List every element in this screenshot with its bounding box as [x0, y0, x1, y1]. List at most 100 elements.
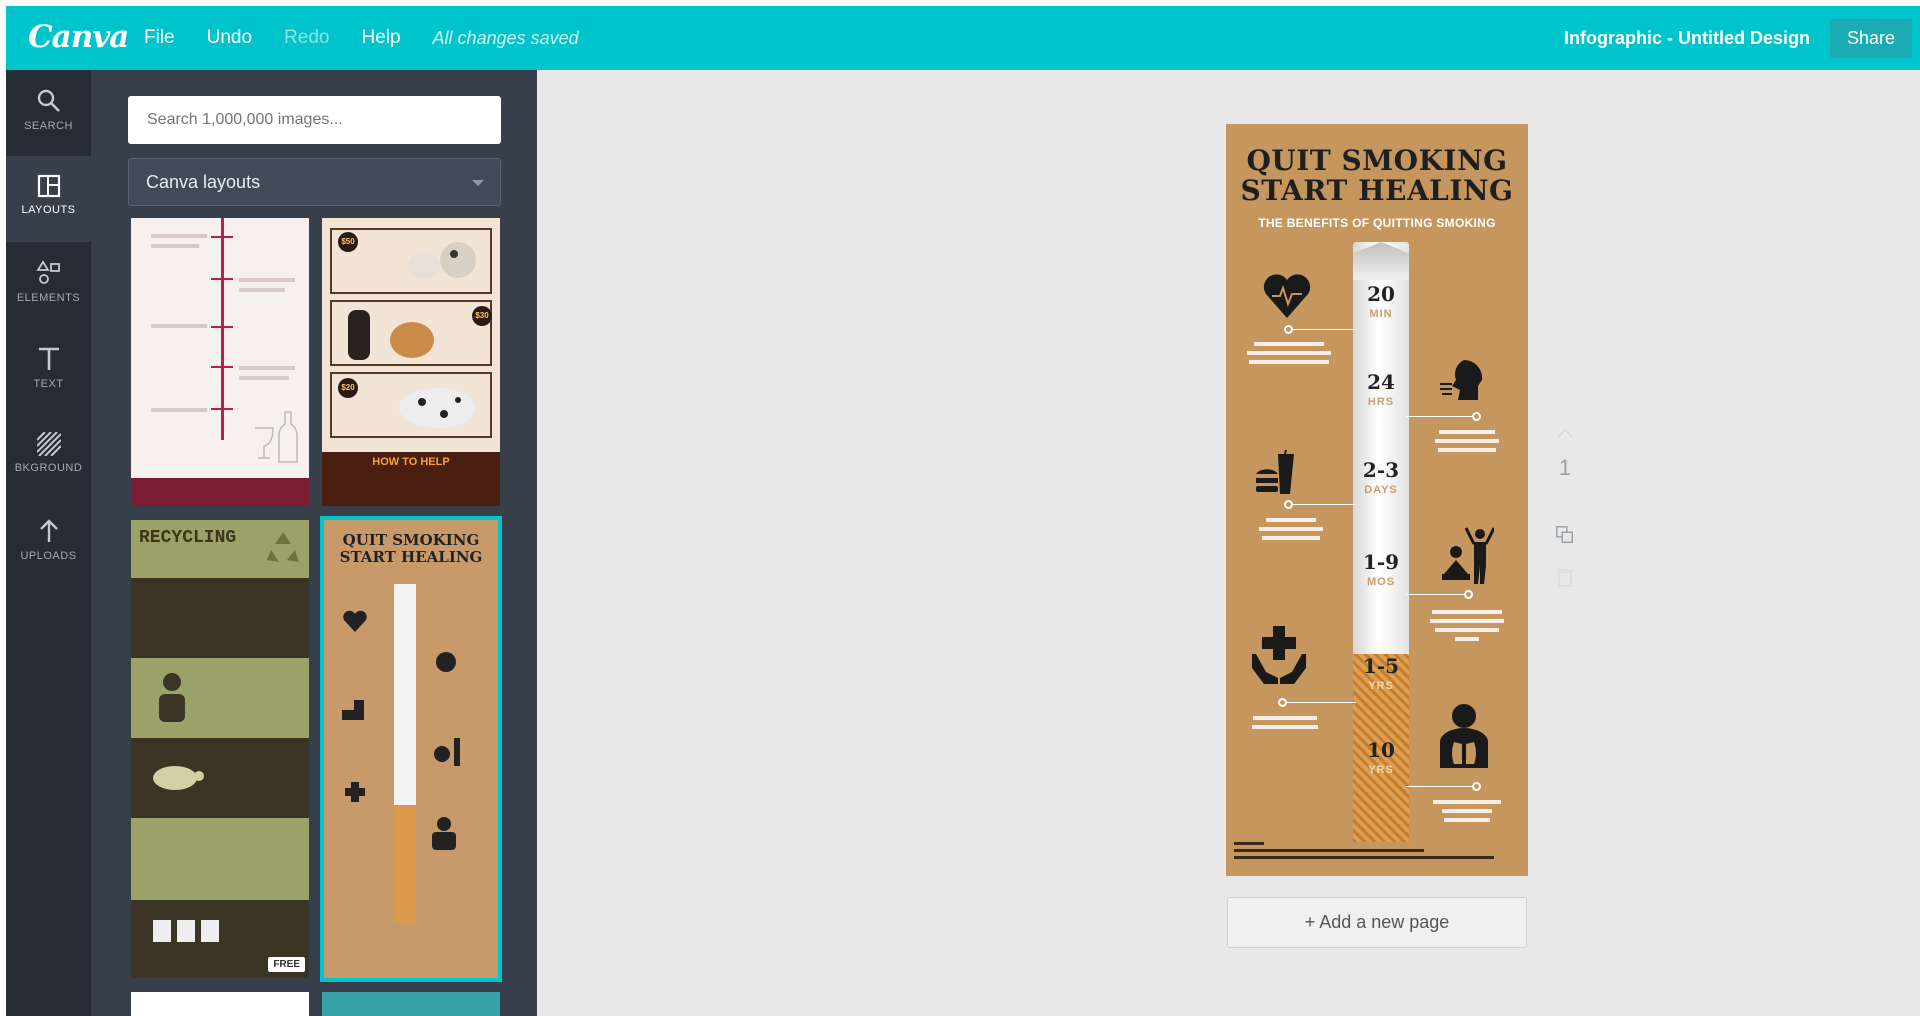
sources-footnote[interactable]	[1234, 842, 1514, 870]
layouts-panel: Canva layouts	[91, 70, 537, 1016]
infographic-title[interactable]: QUIT SMOKING START HEALING	[1226, 146, 1528, 206]
layout-thumbnail-partial[interactable]	[322, 992, 500, 1016]
layouts-icon	[37, 174, 60, 198]
background-pattern-icon	[36, 432, 61, 456]
layout-thumbnail-quit-smoking[interactable]: QUIT SMOKING START HEALING	[320, 516, 502, 982]
milestone-unit[interactable]: YRS	[1353, 680, 1409, 692]
rail-uploads-label: UPLOADS	[20, 550, 77, 562]
dog-cat-photo-icon	[348, 310, 434, 360]
rail-search[interactable]: SEARCH	[6, 70, 91, 156]
recycle-icon	[267, 532, 299, 562]
milestone-number[interactable]: 20	[1353, 282, 1409, 306]
connector-dot	[1472, 412, 1481, 421]
design-page[interactable]: QUIT SMOKING START HEALING THE BENEFITS …	[1226, 124, 1528, 876]
free-badge: FREE	[268, 957, 305, 972]
infographic-subtitle[interactable]: THE BENEFITS OF QUITTING SMOKING	[1226, 216, 1528, 230]
image-search-input[interactable]	[128, 96, 501, 144]
share-button[interactable]: Share	[1830, 19, 1912, 58]
help-menu[interactable]: Help	[361, 27, 400, 49]
upload-arrow-icon	[39, 519, 58, 542]
pets-photo-icon	[408, 242, 476, 280]
connector-line	[1288, 504, 1356, 505]
milestone-number[interactable]: 10	[1353, 738, 1409, 762]
connector-line	[1406, 416, 1476, 417]
layout-source-select[interactable]: Canva layouts	[128, 158, 501, 206]
rail-text[interactable]: TEXT	[6, 328, 91, 414]
connector-dot	[1278, 698, 1287, 707]
lungs-person-icon[interactable]	[1436, 702, 1492, 768]
canva-logo[interactable]: Canva	[28, 19, 129, 55]
duplicate-page-icon[interactable]	[1555, 525, 1575, 545]
chevron-down-icon	[472, 180, 484, 186]
burger-drink-icon[interactable]	[1254, 450, 1300, 496]
milestone-unit[interactable]: HRS	[1353, 396, 1409, 408]
add-page-button[interactable]: + Add a new page	[1227, 897, 1527, 948]
bottles-icon	[153, 920, 219, 942]
lungs-icon	[432, 817, 456, 850]
redo-button[interactable]: Redo	[284, 27, 329, 49]
text-icon	[38, 347, 59, 370]
connector-dot	[1472, 782, 1481, 791]
connector-line	[1406, 594, 1466, 595]
thumbnail-title: QUIT SMOKING START HEALING	[339, 531, 483, 566]
benefit-description[interactable]	[1422, 800, 1512, 834]
layout-thumbnail-partial[interactable]	[131, 992, 309, 1016]
rail-elements[interactable]: ELEMENTS	[6, 242, 91, 328]
milestone-number[interactable]: 1-5	[1353, 654, 1409, 678]
document-title[interactable]: Infographic - Untitled Design	[1564, 6, 1810, 70]
rail-layouts[interactable]: LAYOUTS	[6, 156, 91, 242]
benefit-description[interactable]	[1422, 430, 1512, 464]
heart-icon[interactable]	[1262, 272, 1312, 320]
connector-dot	[1284, 325, 1293, 334]
milestone-unit[interactable]: DAYS	[1353, 484, 1409, 496]
turtle-icon	[153, 766, 204, 790]
benefit-description[interactable]	[1244, 342, 1334, 376]
person-breathing-icon	[436, 652, 456, 672]
milestone-number[interactable]: 1-9	[1353, 550, 1409, 574]
benefit-description[interactable]	[1240, 716, 1330, 750]
milestone-unit[interactable]: MIN	[1353, 308, 1409, 320]
file-menu[interactable]: File	[144, 27, 175, 49]
move-up-icon[interactable]	[1555, 423, 1575, 443]
benefit-description[interactable]	[1246, 518, 1336, 552]
left-tool-rail: SEARCH LAYOUTS ELEMENTS TEXT BKGROUND UP…	[6, 70, 91, 1016]
heart-icon	[343, 610, 367, 632]
timeline-line	[221, 218, 224, 440]
milestone-number[interactable]: 2-3	[1353, 458, 1409, 482]
wine-glass-bottle-icon	[255, 411, 298, 463]
dalmatian-photo-icon	[399, 388, 475, 428]
benefit-description[interactable]	[1422, 610, 1512, 644]
connector-dot	[1464, 590, 1473, 599]
canva-editor: Canva File Undo Redo Help All changes sa…	[0, 0, 1920, 1016]
person-breathing-icon[interactable]	[1438, 356, 1486, 404]
cigarette-graphic	[394, 584, 416, 924]
rail-layouts-label: LAYOUTS	[21, 204, 76, 216]
rail-background[interactable]: BKGROUND	[6, 414, 91, 500]
trash-icon[interactable]	[1555, 567, 1575, 587]
connector-line	[1282, 702, 1356, 703]
undo-button[interactable]: Undo	[207, 27, 252, 49]
layout-thumbnail-recycling[interactable]: RECYCLING FREE	[131, 520, 309, 978]
exercise-person-icon[interactable]	[1438, 524, 1494, 586]
shapes-icon	[35, 260, 60, 284]
medical-hands-icon[interactable]	[1250, 624, 1308, 684]
layout-thumbnail-timeline[interactable]	[131, 218, 309, 506]
connector-line	[1288, 329, 1356, 330]
connector-dot	[1284, 500, 1293, 509]
layout-source-value: Canva layouts	[146, 172, 261, 192]
exercise-icon	[434, 738, 460, 766]
rail-background-label: BKGROUND	[14, 462, 83, 474]
search-icon	[37, 89, 60, 112]
milestone-unit[interactable]: YRS	[1353, 764, 1409, 776]
milestone-number[interactable]: 24	[1353, 370, 1409, 394]
top-bar: Canva File Undo Redo Help All changes sa…	[6, 6, 1920, 70]
thumbnail-heading: HOW TO HELP	[372, 456, 450, 468]
main-menu: File Undo Redo Help All changes saved	[144, 6, 579, 70]
rail-text-label: TEXT	[33, 378, 64, 390]
thumbnail-title: RECYCLING	[139, 528, 237, 548]
milestone-unit[interactable]: MOS	[1353, 576, 1409, 588]
layout-thumbnail-animal-help[interactable]: $50 $30 $20 HOW TO HELP	[322, 218, 500, 506]
rail-uploads[interactable]: UPLOADS	[6, 500, 91, 586]
connector-line	[1406, 786, 1476, 787]
rail-elements-label: ELEMENTS	[16, 292, 81, 304]
